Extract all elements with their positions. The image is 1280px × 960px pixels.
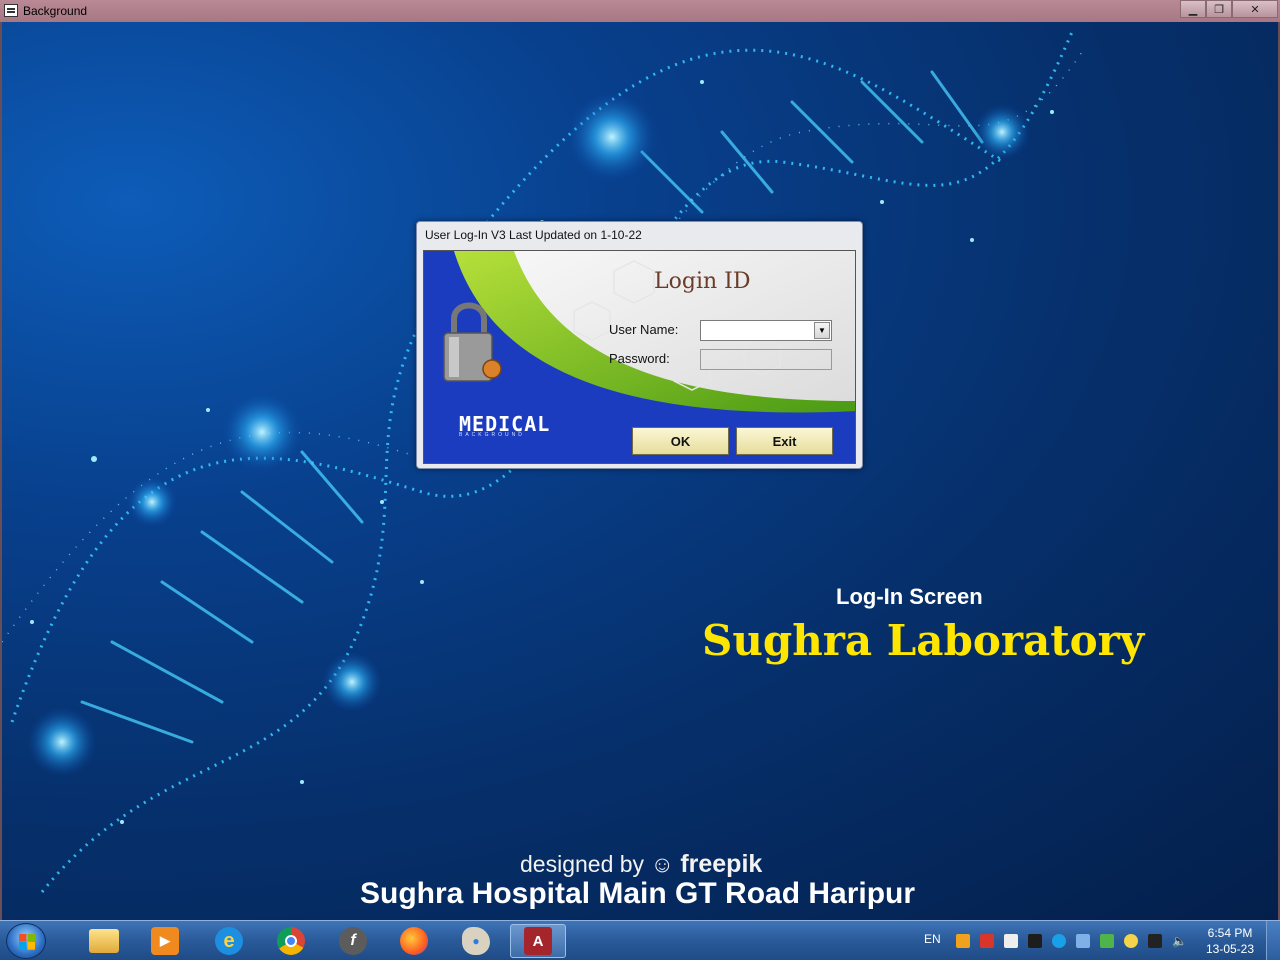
internet-explorer-icon: e <box>215 927 243 955</box>
network-icon[interactable] <box>1076 934 1090 948</box>
start-button[interactable] <box>6 923 46 959</box>
password-field[interactable] <box>700 349 832 370</box>
taskbar-access[interactable]: A <box>510 924 566 958</box>
login-heading: Login ID <box>654 269 751 294</box>
dna-illustration <box>2 31 1083 893</box>
screen-caption: Log-In Screen <box>836 584 983 609</box>
close-icon: ✕ <box>1250 3 1260 16</box>
flag-icon[interactable] <box>1004 934 1018 948</box>
minimize-icon: ▁ <box>1188 3 1198 16</box>
tray-shield-icon[interactable] <box>1100 934 1114 948</box>
tray-monitor-icon[interactable] <box>1148 934 1162 948</box>
show-desktop-button[interactable] <box>1266 921 1280 960</box>
tray-sync-icon[interactable] <box>1052 934 1066 948</box>
designer-credit: designed by ☺ freepik <box>520 850 762 879</box>
media-player-icon: ▶ <box>151 927 179 955</box>
exit-button[interactable]: Exit <box>736 427 833 455</box>
minimize-button[interactable]: ▁ <box>1180 0 1206 18</box>
taskbar-firefox[interactable] <box>386 924 442 958</box>
tray-disc-icon[interactable] <box>1124 934 1138 948</box>
login-dialog: User Log-In V3 Last Updated on 1-10-22 L… <box>416 221 863 469</box>
tray-security-icon[interactable] <box>980 934 994 948</box>
user-name-dropdown-button[interactable]: ▼ <box>814 322 830 339</box>
window-controls: ▁ ❐ ✕ <box>1180 0 1278 18</box>
taskbar-media-player[interactable]: ▶ <box>137 924 193 958</box>
restore-button[interactable]: ❐ <box>1206 0 1232 18</box>
ok-button[interactable]: OK <box>632 427 729 455</box>
freepik-text: freepik <box>680 850 763 878</box>
restore-icon: ❐ <box>1214 3 1224 16</box>
clock-date: 13-05-23 <box>1205 942 1255 956</box>
user-name-combobox[interactable]: ▼ <box>700 320 832 341</box>
password-label: Password: <box>609 351 670 366</box>
taskbar-chrome[interactable] <box>263 924 319 958</box>
taskbar-paint[interactable]: ● <box>448 924 504 958</box>
window-title: Background <box>23 4 88 18</box>
designed-by-text: designed by <box>520 851 645 877</box>
lab-name: Sughra Laboratory <box>702 616 1145 665</box>
taskbar-clock[interactable]: 6:54 PM 13-05-23 <box>1204 925 1256 957</box>
taskbar-file-explorer[interactable] <box>76 924 132 958</box>
hospital-address: Sughra Hospital Main GT Road Haripur <box>360 877 916 910</box>
user-name-label: User Name: <box>609 322 679 337</box>
dialog-title: User Log-In V3 Last Updated on 1-10-22 <box>425 228 642 242</box>
tray-display-icon[interactable] <box>1028 934 1042 948</box>
access-icon: A <box>524 927 552 955</box>
taskbar: ▶ e f ● A EN 🔈 6:54 PM 13-05-23 <box>0 920 1280 960</box>
freepik-logo-icon: ☺ <box>650 851 674 877</box>
dialog-body: Login ID User Name: ▼ Password: MEDICAL … <box>423 250 856 464</box>
paint-icon: ● <box>462 927 490 955</box>
chevron-down-icon: ▼ <box>818 326 826 335</box>
window-titlebar: Background ▁ ❐ ✕ <box>0 0 1280 22</box>
volume-icon[interactable]: 🔈 <box>1172 934 1187 948</box>
language-indicator[interactable]: EN <box>924 932 941 946</box>
chrome-icon <box>277 927 305 955</box>
firefox-icon <box>400 927 428 955</box>
tray-app-icon[interactable] <box>956 934 970 948</box>
close-button[interactable]: ✕ <box>1232 0 1278 18</box>
window-app-icon[interactable] <box>4 4 18 17</box>
folder-icon <box>89 929 119 953</box>
taskbar-flash[interactable]: f <box>325 924 381 958</box>
flash-icon: f <box>339 927 367 955</box>
taskbar-internet-explorer[interactable]: e <box>201 924 257 958</box>
background-image: Log-In Screen Sughra Laboratory designed… <box>0 22 1280 920</box>
clock-time: 6:54 PM <box>1207 926 1253 940</box>
medical-brand-sub: BACKGROUND <box>459 432 525 438</box>
